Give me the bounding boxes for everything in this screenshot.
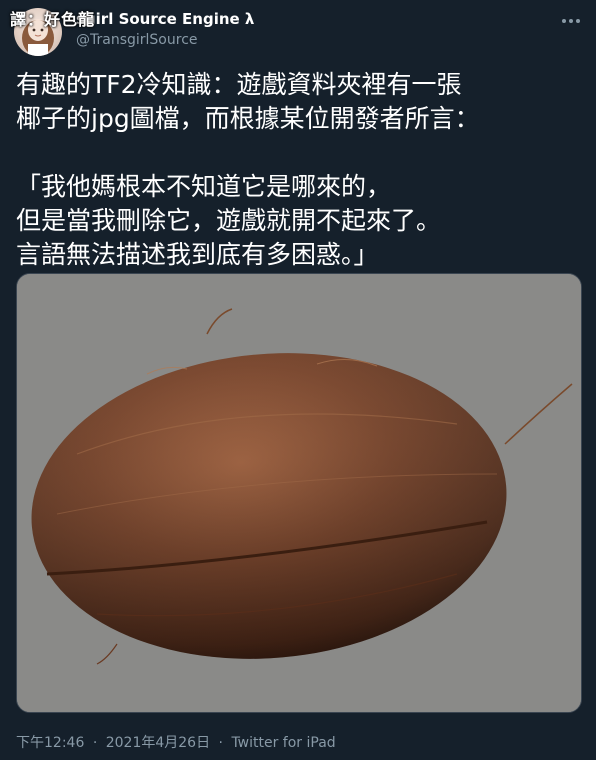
more-options-icon[interactable] (556, 6, 586, 36)
tweet-text: 有趣的TF2冷知識：遊戲資料夾裡有一張 椰子的jpg圖檔，而根據某位開發者所言：… (16, 70, 480, 269)
tweet-source[interactable]: Twitter for iPad (231, 735, 335, 751)
tweet-container: 譯：好色龍 sgirl Source Engine λ @TransgirlSo… (0, 0, 596, 760)
tweet-footer: 下午12:46 · 2021年4月26日 · Twitter for iPad (16, 732, 336, 752)
translator-watermark: 譯：好色龍 (10, 10, 96, 29)
tweet-date[interactable]: 2021年4月26日 (106, 735, 210, 751)
coconut-image (17, 274, 581, 712)
author-handle[interactable]: @TransgirlSource (76, 32, 198, 48)
footer-separator: · (218, 735, 223, 751)
tweet-time[interactable]: 下午12:46 (16, 735, 84, 751)
footer-separator: · (92, 735, 98, 751)
tweet-media-image[interactable] (16, 273, 582, 713)
author-display-name[interactable]: sgirl Source Engine λ (76, 10, 254, 28)
